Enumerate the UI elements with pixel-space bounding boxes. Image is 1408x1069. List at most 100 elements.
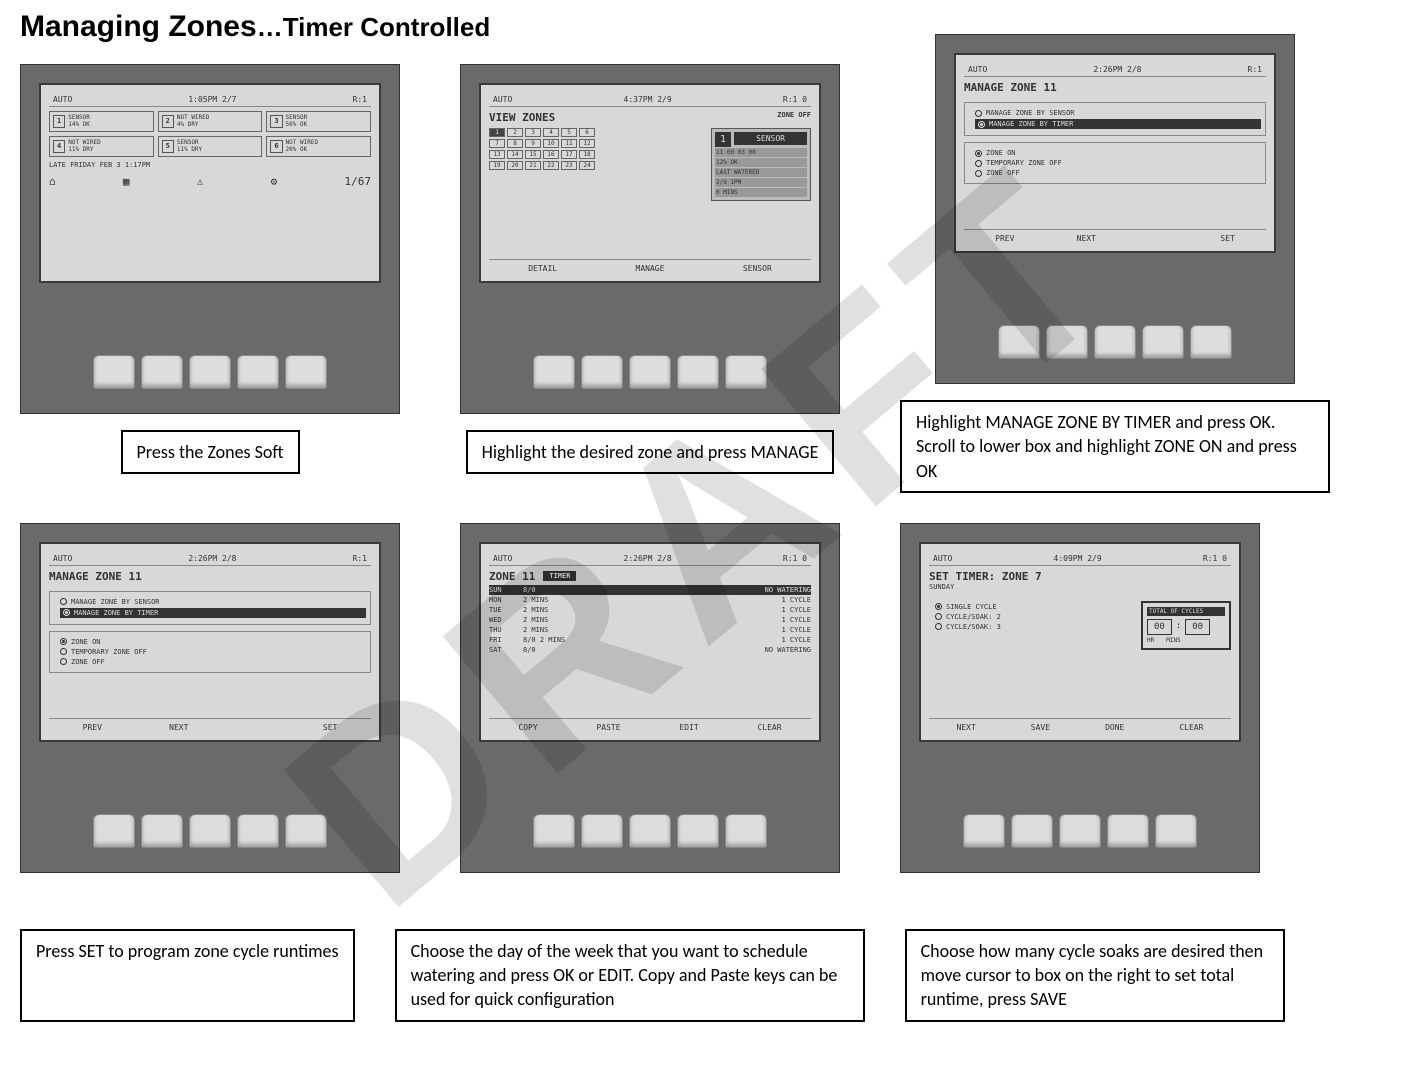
radio-icon — [60, 648, 67, 655]
hw-button[interactable] — [533, 355, 575, 389]
zone-picker-cell: 2 — [507, 128, 523, 137]
hdr-mode: AUTO — [53, 554, 72, 563]
opt-label: MANAGE ZONE BY SENSOR — [986, 109, 1075, 117]
screen-5: AUTO 2:26PM 2/8 R:1 0 ZONE 11TIMER SUN8/… — [479, 542, 821, 742]
hw-button[interactable] — [141, 355, 183, 389]
hw-button[interactable] — [725, 355, 767, 389]
hw-button[interactable] — [677, 814, 719, 848]
hw-button[interactable] — [285, 814, 327, 848]
hw-button[interactable] — [677, 355, 719, 389]
hdr-mode: AUTO — [493, 554, 512, 563]
zone-num: 3 — [270, 115, 282, 128]
caption-4: Press SET to program zone cycle runtimes — [20, 929, 355, 1022]
step-1: AUTO 1:05PM 2/7 R:1 1SENSOR14% OK 2NOT W… — [20, 64, 400, 493]
screen-2: AUTO 4:37PM 2/9 R:1 0 VIEW ZONESZONE OFF… — [479, 83, 821, 283]
hw-button[interactable] — [725, 814, 767, 848]
zone-picker-cell: 4 — [543, 128, 559, 137]
zone-picker-cell: 15 — [525, 150, 541, 159]
hw-button[interactable] — [629, 814, 671, 848]
radio-icon — [975, 150, 982, 157]
page-indicator: 1/67 — [345, 175, 372, 188]
hours-value: 00 — [1147, 619, 1172, 635]
hw-button[interactable] — [629, 355, 671, 389]
opt-timer: MANAGE ZONE BY TIMER — [975, 119, 1261, 129]
opt-zone-on: ZONE ON — [60, 638, 366, 646]
hw-button[interactable] — [963, 814, 1005, 848]
hw-button[interactable] — [285, 355, 327, 389]
hw-button[interactable] — [1094, 325, 1136, 359]
hw-button[interactable] — [93, 355, 135, 389]
softkey-set: SET — [1220, 234, 1234, 243]
steps-grid: AUTO 1:05PM 2/7 R:1 1SENSOR14% OK 2NOT W… — [20, 64, 1388, 873]
hw-button[interactable] — [998, 325, 1040, 359]
hdr-time: 4:37PM 2/9 — [624, 95, 672, 104]
step-2: AUTO 4:37PM 2/9 R:1 0 VIEW ZONESZONE OFF… — [460, 64, 840, 493]
step-6: AUTO 4:09PM 2/9 R:1 0 SET TIMER: ZONE 7 … — [900, 523, 1260, 873]
radio-icon — [935, 613, 942, 620]
softkey-prev: PREV — [83, 723, 102, 732]
device-1: AUTO 1:05PM 2/7 R:1 1SENSOR14% OK 2NOT W… — [20, 64, 400, 414]
screen-4: AUTO 2:26PM 2/8 R:1 MANAGE ZONE 11 MANAG… — [39, 542, 381, 742]
schedule-row: WED2 MINS1 CYCLE — [489, 615, 811, 625]
mins: 2 MINS — [523, 596, 583, 604]
radio-icon — [60, 658, 67, 665]
hw-button[interactable] — [1046, 325, 1088, 359]
hw-button[interactable] — [141, 814, 183, 848]
step-5: AUTO 2:26PM 2/8 R:1 0 ZONE 11TIMER SUN8/… — [460, 523, 840, 873]
zone-picker-cell: 11 — [561, 139, 577, 148]
screen-1: AUTO 1:05PM 2/7 R:1 1SENSOR14% OK 2NOT W… — [39, 83, 381, 283]
hw-button[interactable] — [237, 355, 279, 389]
zone-picker-cell: 19 — [489, 161, 505, 170]
hw-button[interactable] — [189, 814, 231, 848]
total-label: TOTAL OF CYCLES — [1147, 607, 1225, 616]
hw-button[interactable] — [93, 814, 135, 848]
colon: : — [1176, 619, 1181, 635]
mins-value: 0 MINS — [715, 188, 807, 197]
zone-picker-cell: 21 — [525, 161, 541, 170]
cycles: 1 CYCLE — [583, 596, 811, 604]
zone-pct: 14% OK — [68, 121, 90, 128]
opt-label: MANAGE ZONE BY TIMER — [989, 120, 1073, 128]
hw-button[interactable] — [1059, 814, 1101, 848]
zone-picker-cell: 7 — [489, 139, 505, 148]
hw-button[interactable] — [533, 814, 575, 848]
schedule-row: THU2 MINS1 CYCLE — [489, 625, 811, 635]
cycles: NO WATERING — [583, 586, 811, 594]
day: WED — [489, 616, 523, 624]
zone-picker-cell: 8 — [507, 139, 523, 148]
zone-pct: 11% DRY — [177, 146, 202, 153]
softkey-save: SAVE — [1031, 723, 1050, 732]
cycles: 1 CYCLE — [583, 606, 811, 614]
sensor-label: SENSOR — [734, 132, 807, 145]
manage-mode-group: MANAGE ZONE BY SENSOR MANAGE ZONE BY TIM… — [964, 102, 1266, 136]
hw-button[interactable] — [1011, 814, 1053, 848]
caption-1: Press the Zones Soft — [121, 430, 300, 474]
device-5: AUTO 2:26PM 2/8 R:1 0 ZONE 11TIMER SUN8/… — [460, 523, 840, 873]
hw-button[interactable] — [1107, 814, 1149, 848]
hdr-time: 4:09PM 2/9 — [1054, 554, 1102, 563]
zone-cell: 2NOT WIRED4% DRY — [158, 111, 263, 132]
gear-icon: ⚙ — [271, 175, 278, 188]
hw-button[interactable] — [237, 814, 279, 848]
hw-button[interactable] — [1155, 814, 1197, 848]
hw-button[interactable] — [1190, 325, 1232, 359]
manage-zone-title: MANAGE ZONE 11 — [964, 81, 1266, 94]
caption-5: Choose the day of the week that you want… — [395, 929, 865, 1022]
last-watered-line: LATE FRIDAY FEB 3 1:17PM — [49, 161, 371, 169]
hw-button[interactable] — [189, 355, 231, 389]
hw-button[interactable] — [1142, 325, 1184, 359]
hardware-buttons — [919, 808, 1241, 854]
warning-icon: ⚠ — [197, 175, 204, 188]
radio-icon — [975, 110, 982, 117]
zone-state-group: ZONE ON TEMPORARY ZONE OFF ZONE OFF — [964, 142, 1266, 184]
set-timer-title: SET TIMER: ZONE 7 — [929, 570, 1231, 583]
opt-label: ZONE OFF — [71, 658, 105, 666]
hw-button[interactable] — [581, 814, 623, 848]
screen-3: AUTO 2:26PM 2/8 R:1 MANAGE ZONE 11 MANAG… — [954, 53, 1276, 253]
softkey-paste: PASTE — [596, 723, 620, 732]
day: MON — [489, 596, 523, 604]
hw-button[interactable] — [581, 355, 623, 389]
radio-icon — [63, 609, 70, 616]
opt-zone-on: ZONE ON — [975, 149, 1261, 157]
sensor-reading: 11 00 03 00 — [715, 148, 807, 157]
